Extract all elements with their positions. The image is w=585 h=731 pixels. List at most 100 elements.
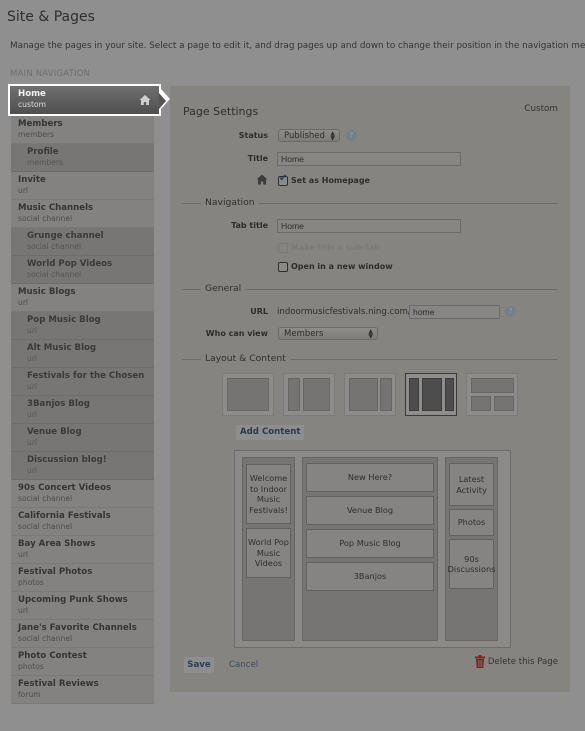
status-help-icon[interactable]: ? xyxy=(346,130,357,141)
nav-item[interactable]: Photo Contest photos xyxy=(11,648,154,676)
title-label: Title xyxy=(247,154,268,163)
right-column: Latest Activity Photos 90s Discussions xyxy=(445,457,498,641)
navigation-section: Navigation xyxy=(182,197,558,208)
delete-page-link[interactable]: Delete this Page xyxy=(474,655,558,668)
nav-item[interactable]: Festival Reviews forum xyxy=(11,676,154,704)
selection-pointer xyxy=(159,93,166,109)
who-can-view-value: Members xyxy=(284,329,324,339)
nav-item[interactable]: Music Channels social channel xyxy=(11,200,154,228)
nav-item-name: Music Blogs xyxy=(18,287,76,297)
nav-item[interactable]: Music Blogs url xyxy=(11,284,154,312)
nav-item-home[interactable]: Home custom xyxy=(8,84,170,116)
nav-item-type: social channel xyxy=(27,270,82,279)
nav-item-name: 90s Concert Videos xyxy=(18,483,112,493)
nav-item[interactable]: Invite url xyxy=(11,172,154,200)
nav-item-type: url xyxy=(18,550,29,559)
nav-item[interactable]: 90s Concert Videos social channel xyxy=(11,480,154,508)
nav-item[interactable]: World Pop Videos social channel xyxy=(11,256,154,284)
layout-option-three-column[interactable] xyxy=(405,373,457,416)
nav-item-type: url xyxy=(27,410,38,419)
content-block[interactable]: Welcome to Indoor Music Festivals! xyxy=(246,464,291,524)
nav-item[interactable]: Members members xyxy=(11,116,154,144)
url-input[interactable] xyxy=(409,305,500,319)
new-window-label: Open in a new window xyxy=(291,262,393,271)
select-arrows-icon: ▲ ▼ xyxy=(330,130,335,142)
sub-tab-checkbox[interactable] xyxy=(278,243,288,253)
status-select[interactable]: Published ▲ ▼ xyxy=(278,129,340,142)
nav-item-type: social channel xyxy=(27,242,82,251)
nav-item-name: Invite xyxy=(18,175,46,185)
nav-item[interactable]: Jane's Favorite Channels social channel xyxy=(11,620,154,648)
set-homepage-checkbox[interactable]: ✔ xyxy=(278,173,288,186)
delete-page-label: Delete this Page xyxy=(487,656,558,667)
nav-item-type: url xyxy=(27,354,38,363)
layout-heading: Layout & Content xyxy=(201,353,290,364)
nav-item-type: social channel xyxy=(18,494,73,503)
layout-option-sidebar-right[interactable] xyxy=(344,373,396,416)
url-prefix: indoormusicfestivals.ning.com/ xyxy=(277,307,411,317)
nav-item[interactable]: Bay Area Shows url xyxy=(11,536,154,564)
nav-item-type: url xyxy=(27,466,38,475)
nav-item-type: url xyxy=(27,326,38,335)
nav-item[interactable]: California Festivals social channel xyxy=(11,508,154,536)
center-column: New Here? Venue Blog Pop Music Blog 3Banjos xyxy=(302,457,438,641)
content-block[interactable]: 3Banjos xyxy=(306,562,434,591)
nav-item[interactable]: Discussion blog! url xyxy=(11,452,154,480)
layout-option-one-column[interactable] xyxy=(222,373,274,416)
set-homepage-label: Set as Homepage xyxy=(291,176,370,185)
content-block[interactable]: Latest Activity xyxy=(449,463,494,506)
content-block[interactable]: Venue Blog xyxy=(306,496,434,525)
panel-title: Page Settings xyxy=(183,105,259,118)
checkmark-icon: ✔ xyxy=(279,173,288,184)
navigation-list: Members members Profile members Invite url Mus… xyxy=(11,116,154,704)
layout-option-header-two-column[interactable] xyxy=(466,373,518,416)
layout-section: Layout & Content xyxy=(182,353,558,364)
who-can-view-select[interactable]: Members ▲ ▼ xyxy=(278,327,378,340)
nav-item-name: Jane's Favorite Channels xyxy=(18,623,137,633)
title-input[interactable] xyxy=(277,152,461,166)
content-block[interactable]: New Here? xyxy=(306,463,434,492)
layout-option-sidebar-left[interactable] xyxy=(283,373,335,416)
general-section: General xyxy=(182,283,558,294)
nav-item[interactable]: 3Banjos Blog url xyxy=(11,396,154,424)
content-block[interactable]: Pop Music Blog xyxy=(306,529,434,558)
content-block[interactable]: World Pop Music Videos xyxy=(246,528,291,578)
nav-item[interactable]: Festivals for the Chosen url xyxy=(11,368,154,396)
nav-item[interactable]: Venue Blog url xyxy=(11,424,154,452)
content-block[interactable]: 90s Discussions xyxy=(448,539,495,589)
tab-title-input[interactable] xyxy=(277,219,461,233)
nav-item[interactable]: Upcoming Punk Shows url xyxy=(11,592,154,620)
nav-item-name: 3Banjos Blog xyxy=(27,399,90,409)
nav-item-name: Pop Music Blog xyxy=(27,315,101,325)
nav-item-type: members xyxy=(18,130,55,139)
select-arrows-icon: ▲ ▼ xyxy=(368,328,373,340)
who-can-view-label: Who can view xyxy=(205,329,268,338)
page-title: Site & Pages xyxy=(7,9,95,25)
nav-item[interactable]: Grunge channel social channel xyxy=(11,228,154,256)
nav-item-name: Discussion blog! xyxy=(27,455,107,465)
nav-item-name: Music Channels xyxy=(18,203,94,213)
content-block[interactable]: Photos xyxy=(449,509,494,536)
nav-item-name: Festivals for the Chosen xyxy=(27,371,145,381)
nav-item-type: url xyxy=(18,298,29,307)
intro-text: Manage the pages in your site. Select a … xyxy=(10,41,585,51)
cancel-link[interactable]: Cancel xyxy=(229,660,258,670)
nav-item[interactable]: Festival Photos photos xyxy=(11,564,154,592)
nav-item[interactable]: Alt Music Blog url xyxy=(11,340,154,368)
nav-item[interactable]: Profile members xyxy=(11,144,154,172)
nav-item-type: photos xyxy=(18,578,44,587)
nav-item-type: url xyxy=(27,438,38,447)
nav-item-type: social channel xyxy=(18,214,73,223)
new-window-checkbox[interactable] xyxy=(278,262,288,272)
trash-icon xyxy=(474,655,485,668)
left-column: Welcome to Indoor Music Festivals! World … xyxy=(242,457,295,641)
tab-title-label: Tab title xyxy=(231,221,268,230)
save-button[interactable]: Save xyxy=(184,657,214,673)
nav-item-name: Upcoming Punk Shows xyxy=(18,595,128,605)
status-value: Published xyxy=(284,131,325,141)
status-label: Status xyxy=(238,131,268,140)
url-help-icon[interactable]: ? xyxy=(505,306,516,317)
nav-item[interactable]: Pop Music Blog url xyxy=(11,312,154,340)
add-content-button[interactable]: Add Content xyxy=(236,425,305,440)
nav-item-type: custom xyxy=(18,100,46,109)
